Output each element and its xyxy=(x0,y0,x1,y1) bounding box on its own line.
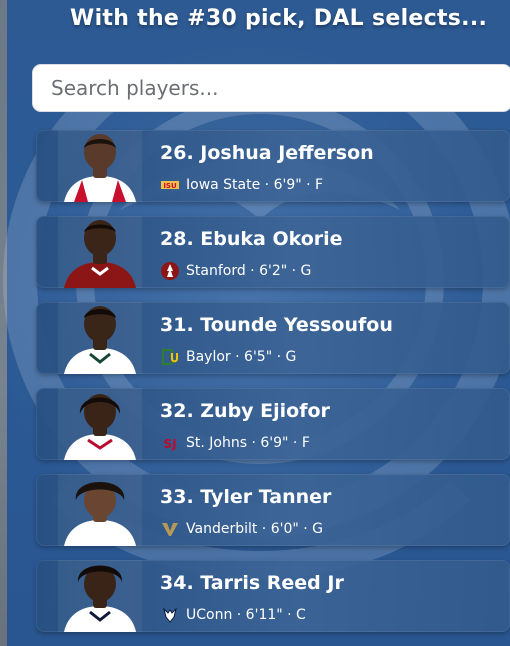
page-title: With the #30 pick, DAL selects... xyxy=(70,6,488,31)
player-school-size-position: Iowa State · 6'9" · F xyxy=(186,177,324,193)
st-johns-logo-icon: SJ xyxy=(163,437,176,451)
player-card[interactable]: 34. Tarris Reed Jr UConn · 6'11" · C xyxy=(36,560,510,632)
player-meta: Stanford · 6'2" · G xyxy=(160,261,311,281)
uconn-logo-icon xyxy=(163,607,177,623)
player-photo xyxy=(58,130,142,202)
vanderbilt-logo-icon xyxy=(162,523,178,536)
player-school-size-position: Stanford · 6'2" · G xyxy=(186,263,312,279)
player-meta: SJ St. Johns · 6'9" · F xyxy=(160,433,310,453)
player-school-size-position: Baylor · 6'5" · G xyxy=(186,349,297,365)
player-card[interactable]: 31. Tounde Yessoufou Baylor · 6'5" · G xyxy=(36,302,510,374)
player-meta: Vanderbilt · 6'0" · G xyxy=(160,519,323,539)
player-photo xyxy=(58,474,142,546)
baylor-logo-icon xyxy=(161,348,178,366)
player-name: 33. Tyler Tanner xyxy=(160,486,332,508)
stanford-logo-icon xyxy=(161,262,179,280)
player-school-size-position: St. Johns · 6'9" · F xyxy=(186,435,310,451)
player-meta: ISU Iowa State · 6'9" · F xyxy=(160,175,323,195)
player-photo xyxy=(58,216,142,288)
player-name: 28. Ebuka Okorie xyxy=(160,228,343,250)
svg-text:ISU: ISU xyxy=(163,182,177,190)
player-card[interactable]: 33. Tyler Tanner Vanderbilt · 6'0" · G xyxy=(36,474,510,546)
player-card[interactable]: 32. Zuby Ejiofor SJ St. Johns · 6'9" · F xyxy=(36,388,510,460)
iowa-state-logo-icon: ISU xyxy=(161,181,179,190)
player-name: 32. Zuby Ejiofor xyxy=(160,400,330,422)
player-card[interactable]: 26. Joshua Jefferson ISU Iowa State · 6'… xyxy=(36,130,510,202)
player-meta: Baylor · 6'5" · G xyxy=(160,347,296,367)
player-name: 26. Joshua Jefferson xyxy=(160,142,374,164)
player-photo xyxy=(58,560,142,632)
player-photo xyxy=(58,388,142,460)
player-school-size-position: Vanderbilt · 6'0" · G xyxy=(186,521,324,537)
player-name: 31. Tounde Yessoufou xyxy=(160,314,393,336)
player-card[interactable]: 28. Ebuka Okorie Stanford · 6'2" · G xyxy=(36,216,510,288)
search-box[interactable] xyxy=(32,64,510,112)
player-photo xyxy=(58,302,142,374)
player-school-size-position: UConn · 6'11" · C xyxy=(186,607,306,623)
left-edge-strip xyxy=(0,0,7,646)
search-input[interactable] xyxy=(33,76,510,100)
player-name: 34. Tarris Reed Jr xyxy=(160,572,344,594)
player-meta: UConn · 6'11" · C xyxy=(160,605,306,625)
svg-text:SJ: SJ xyxy=(163,437,176,451)
